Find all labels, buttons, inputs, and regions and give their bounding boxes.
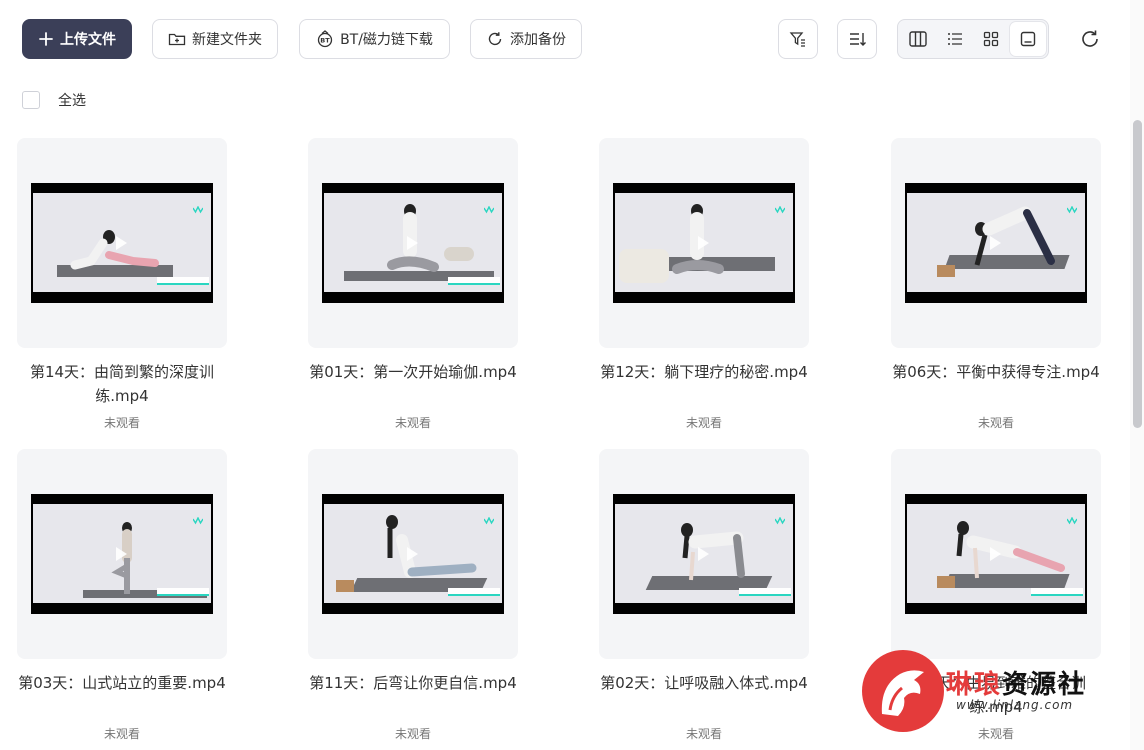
view-mode-group bbox=[897, 19, 1049, 59]
preview-view-icon bbox=[1020, 31, 1035, 47]
play-icon bbox=[407, 236, 418, 250]
upload-label: 上传文件 bbox=[60, 32, 116, 48]
file-title[interactable]: 第14天：由简到繁的深度训练.mp4 bbox=[15, 360, 229, 408]
play-icon bbox=[116, 236, 127, 250]
play-icon bbox=[698, 547, 709, 561]
grid-view-button[interactable] bbox=[973, 22, 1010, 56]
file-title[interactable]: 第11天：后弯让你更自信.mp4 bbox=[306, 671, 520, 695]
yoga-figure bbox=[70, 230, 159, 270]
video-preview bbox=[322, 494, 504, 614]
watermark-domain: www.linlang.com bbox=[956, 698, 1074, 712]
file-thumbnail[interactable] bbox=[599, 449, 809, 659]
file-thumbnail[interactable] bbox=[308, 138, 518, 348]
play-icon bbox=[407, 547, 418, 561]
video-preview bbox=[31, 183, 213, 303]
file-thumbnail[interactable] bbox=[891, 138, 1101, 348]
folder-plus-icon bbox=[168, 33, 186, 46]
play-icon bbox=[990, 547, 1001, 561]
bt-download-label: BT/磁力链下载 bbox=[340, 32, 433, 48]
file-thumbnail[interactable] bbox=[17, 449, 227, 659]
file-thumbnail[interactable] bbox=[599, 138, 809, 348]
filter-button[interactable] bbox=[778, 19, 818, 59]
watch-status: 未观看 bbox=[394, 727, 431, 741]
list-view-icon bbox=[947, 33, 962, 45]
refresh-icon bbox=[1082, 30, 1098, 47]
file-thumbnail[interactable] bbox=[891, 449, 1101, 659]
watermark-name-black: 资源社 bbox=[1002, 670, 1087, 700]
yoga-figure bbox=[387, 204, 474, 272]
select-all-label: 全选 bbox=[58, 93, 86, 109]
scrollbar-thumb[interactable] bbox=[1133, 120, 1142, 428]
yoga-figure bbox=[937, 206, 1055, 277]
sort-icon bbox=[850, 33, 866, 46]
watermark-title: 琳琅资源社 bbox=[946, 664, 1086, 701]
upload-button[interactable]: 上传文件 bbox=[22, 19, 132, 59]
yoga-figure bbox=[619, 204, 724, 283]
watermark-name-red: 琳琅 bbox=[946, 670, 1003, 700]
yoga-figure bbox=[681, 523, 745, 581]
dragon-logo-icon bbox=[862, 650, 944, 732]
list-view-button[interactable] bbox=[937, 22, 974, 56]
watch-status: 未观看 bbox=[685, 727, 722, 741]
play-icon bbox=[990, 236, 1001, 250]
video-preview bbox=[613, 183, 795, 303]
plus-icon bbox=[39, 32, 53, 46]
toolbar: 上传文件 新建文件夹 BT BT/磁力链下载 添加备份 bbox=[0, 0, 1144, 80]
yoga-figure bbox=[937, 521, 1065, 588]
watch-status: 未观看 bbox=[103, 416, 140, 430]
watch-status: 未观看 bbox=[394, 416, 431, 430]
video-preview bbox=[31, 494, 213, 614]
video-preview bbox=[905, 183, 1087, 303]
watch-status: 未观看 bbox=[977, 416, 1014, 430]
play-icon bbox=[698, 236, 709, 250]
select-all-checkbox[interactable] bbox=[22, 91, 40, 109]
grid-view-icon bbox=[984, 31, 999, 47]
file-thumbnail[interactable] bbox=[308, 449, 518, 659]
bt-download-button[interactable]: BT BT/磁力链下载 bbox=[299, 19, 450, 59]
scrollbar-track[interactable] bbox=[1130, 0, 1144, 750]
svg-text:BT: BT bbox=[320, 37, 330, 45]
video-preview bbox=[322, 183, 504, 303]
refresh-button[interactable] bbox=[1070, 19, 1110, 59]
watch-status: 未观看 bbox=[103, 727, 140, 741]
site-watermark: 琳琅资源社 www.linlang.com bbox=[860, 650, 1130, 740]
filter-icon bbox=[789, 32, 805, 47]
preview-view-button[interactable] bbox=[1009, 22, 1046, 56]
bt-icon: BT bbox=[317, 30, 333, 48]
new-folder-button[interactable]: 新建文件夹 bbox=[152, 19, 278, 59]
file-thumbnail[interactable] bbox=[17, 138, 227, 348]
file-title[interactable]: 第03天：山式站立的重要.mp4 bbox=[15, 671, 229, 695]
sort-button[interactable] bbox=[837, 19, 877, 59]
file-title[interactable]: 第02天：让呼吸融入体式.mp4 bbox=[597, 671, 811, 695]
file-title[interactable]: 第12天：躺下理疗的秘密.mp4 bbox=[597, 360, 811, 384]
play-icon bbox=[116, 547, 127, 561]
backup-icon bbox=[488, 32, 502, 46]
file-title[interactable]: 第01天：第一次开始瑜伽.mp4 bbox=[306, 360, 520, 384]
select-all[interactable]: 全选 bbox=[22, 90, 86, 110]
file-title[interactable]: 第06天：平衡中获得专注.mp4 bbox=[889, 360, 1103, 384]
columns-view-button[interactable] bbox=[900, 22, 937, 56]
new-folder-label: 新建文件夹 bbox=[192, 32, 262, 48]
video-preview bbox=[613, 494, 795, 614]
columns-view-icon bbox=[909, 31, 927, 47]
watch-status: 未观看 bbox=[685, 416, 722, 430]
add-backup-button[interactable]: 添加备份 bbox=[470, 19, 582, 59]
video-preview bbox=[905, 494, 1087, 614]
add-backup-label: 添加备份 bbox=[510, 32, 566, 48]
